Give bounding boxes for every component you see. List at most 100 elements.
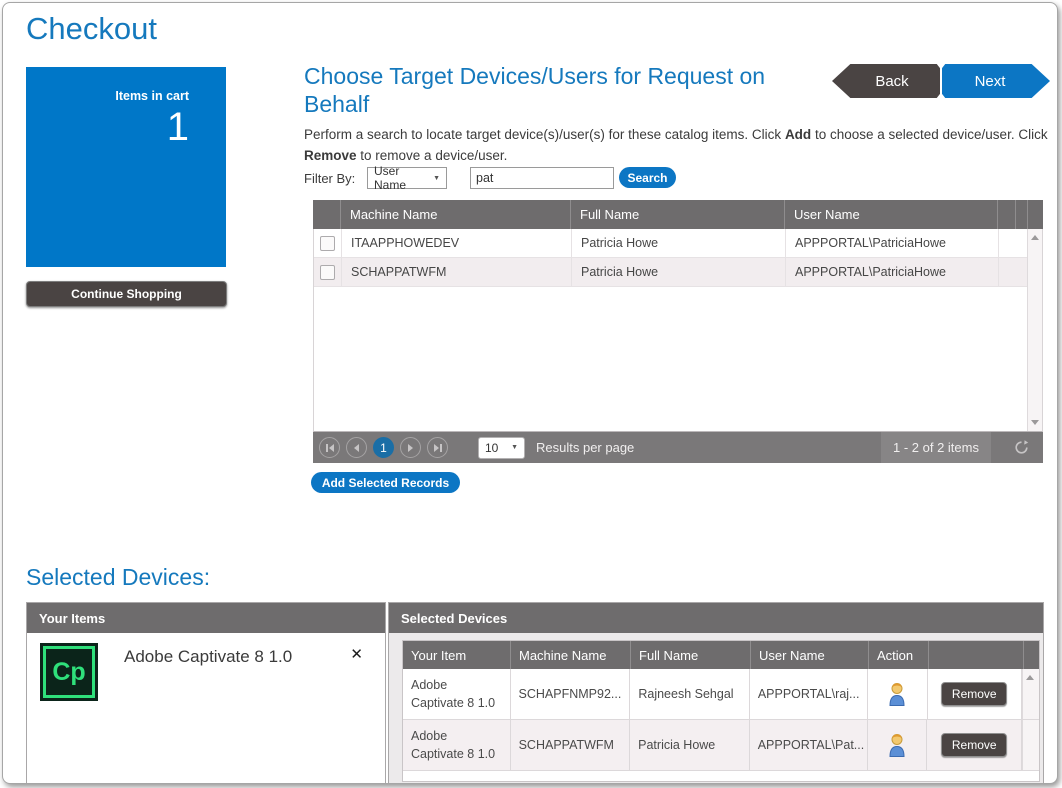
cart-summary-card: Items in cart 1 <box>26 67 226 267</box>
cell-remove: Remove <box>927 720 1022 770</box>
table-row: Adobe Captivate 8 1.0 SCHAPPATWFM Patric… <box>403 720 1039 771</box>
row-checkbox-cell <box>314 258 342 286</box>
triangle-left-icon <box>329 444 334 452</box>
column-header-user-name[interactable]: User Name <box>751 641 869 669</box>
remove-button[interactable]: Remove <box>941 733 1007 757</box>
cell-your-item: Adobe Captivate 8 1.0 <box>403 669 511 719</box>
triangle-right-icon <box>408 444 413 452</box>
column-header-scrollbar-cap <box>1024 641 1039 669</box>
scroll-up-icon[interactable] <box>1031 235 1039 240</box>
instructions-part2: to choose a selected device/user. Click <box>811 127 1047 142</box>
column-header-user-name[interactable]: User Name <box>785 200 998 229</box>
last-page-icon <box>440 444 442 452</box>
cell-machine-name: SCHAPPATWFM <box>511 720 631 770</box>
scroll-down-icon[interactable] <box>1031 420 1039 425</box>
selected-devices-grid-header: Your Item Machine Name Full Name User Na… <box>403 641 1039 669</box>
instructions-remove-keyword: Remove <box>304 148 357 163</box>
triangle-right-icon <box>434 444 439 452</box>
page-size-value: 10 <box>485 441 498 455</box>
column-header-action[interactable]: Action <box>869 641 929 669</box>
cell-user-name: APPPORTAL\PatriciaHowe <box>786 258 999 286</box>
refresh-icon[interactable] <box>1014 440 1029 455</box>
filter-by-label: Filter By: <box>304 171 355 186</box>
selected-grid-scrollbar[interactable] <box>1022 669 1039 719</box>
column-header-full-name[interactable]: Full Name <box>631 641 751 669</box>
row-checkbox-cell <box>314 229 342 257</box>
column-header-empty-2 <box>1016 200 1028 229</box>
items-in-cart-label: Items in cart <box>26 89 189 103</box>
search-button[interactable]: Search <box>619 167 676 188</box>
cell-machine-name: SCHAPFNMP92... <box>511 669 631 719</box>
selected-devices-panel-header: Selected Devices <box>389 603 1043 633</box>
cell-user-name: APPPORTAL\raj... <box>750 669 868 719</box>
first-page-button[interactable] <box>319 437 340 458</box>
items-in-cart-count: 1 <box>26 105 189 149</box>
results-grid-scrollbar[interactable] <box>1027 229 1042 431</box>
next-button[interactable]: Next <box>942 64 1050 98</box>
selected-devices-heading: Selected Devices: <box>26 564 210 591</box>
filter-by-selected-value: User Name <box>374 164 433 192</box>
scroll-up-icon[interactable] <box>1026 675 1034 680</box>
cart-item-title: Adobe Captivate 8 1.0 <box>124 647 292 667</box>
cell-user-name: APPPORTAL\Pat... <box>750 720 868 770</box>
selected-devices-panel: Selected Devices Your Item Machine Name … <box>388 602 1044 784</box>
cell-full-name: Patricia Howe <box>630 720 750 770</box>
close-icon[interactable]: ✕ <box>350 645 363 663</box>
cell-user-name: APPPORTAL\PatriciaHowe <box>786 229 999 257</box>
cell-action <box>868 720 928 770</box>
screenshot-frame: Checkout Items in cart 1 Continue Shoppi… <box>0 0 1062 788</box>
wizard-heading: Choose Target Devices/Users for Request … <box>304 63 809 118</box>
remove-button[interactable]: Remove <box>941 682 1007 706</box>
column-header-scrollbar-cap <box>1028 200 1043 229</box>
cell-remove: Remove <box>928 669 1023 719</box>
back-button[interactable]: Back <box>832 64 940 98</box>
column-header-full-name[interactable]: Full Name <box>571 200 785 229</box>
column-header-machine-name[interactable]: Machine Name <box>511 641 631 669</box>
cell-full-name: Patricia Howe <box>572 229 786 257</box>
person-icon[interactable] <box>887 681 907 707</box>
last-page-button[interactable] <box>427 437 448 458</box>
column-header-machine-name[interactable]: Machine Name <box>341 200 571 229</box>
results-grid-body: ITAAPPHOWEDEV Patricia Howe APPPORTAL\Pa… <box>313 229 1043 432</box>
select-all-column-header <box>313 200 341 229</box>
your-items-panel-header: Your Items <box>27 603 385 633</box>
selected-grid-scrollbar[interactable] <box>1022 720 1039 770</box>
row-checkbox[interactable] <box>320 265 335 280</box>
person-icon[interactable] <box>887 732 907 758</box>
checkout-page: Checkout Items in cart 1 Continue Shoppi… <box>2 2 1058 784</box>
chevron-down-icon: ▼ <box>511 444 518 451</box>
adobe-captivate-icon: Cp <box>40 643 98 701</box>
chevron-down-icon: ▼ <box>433 175 440 182</box>
search-input[interactable] <box>470 167 614 189</box>
next-page-button[interactable] <box>400 437 421 458</box>
table-row: ITAAPPHOWEDEV Patricia Howe APPPORTAL\Pa… <box>314 229 1042 258</box>
table-row <box>403 771 1039 781</box>
table-row: SCHAPPATWFM Patricia Howe APPPORTAL\Patr… <box>314 258 1042 287</box>
instructions-part3: to remove a device/user. <box>357 148 508 163</box>
results-per-page-label: Results per page <box>536 440 634 455</box>
column-header-your-item[interactable]: Your Item <box>403 641 511 669</box>
results-pager: 1 10 ▼ Results per page 1 - 2 of 2 items <box>313 432 1043 463</box>
page-title: Checkout <box>26 11 157 47</box>
cell-full-name: Patricia Howe <box>572 258 786 286</box>
previous-page-button[interactable] <box>346 437 367 458</box>
cell-action <box>868 669 928 719</box>
cell-your-item: Adobe Captivate 8 1.0 <box>403 720 511 770</box>
results-grid-header: Machine Name Full Name User Name <box>313 200 1043 229</box>
page-size-select[interactable]: 10 ▼ <box>478 437 525 459</box>
continue-shopping-button[interactable]: Continue Shopping <box>26 281 227 307</box>
add-selected-records-button[interactable]: Add Selected Records <box>311 472 460 493</box>
row-checkbox[interactable] <box>320 236 335 251</box>
column-header-remove <box>929 641 1024 669</box>
first-page-icon <box>326 444 328 452</box>
table-row: Adobe Captivate 8 1.0 SCHAPFNMP92... Raj… <box>403 669 1039 720</box>
items-range-label: 1 - 2 of 2 items <box>881 432 991 463</box>
adobe-captivate-icon-text: Cp <box>40 643 98 701</box>
instructions-text: Perform a search to locate target device… <box>304 125 1056 167</box>
cell-machine-name: ITAAPPHOWEDEV <box>342 229 572 257</box>
instructions-part1: Perform a search to locate target device… <box>304 127 785 142</box>
column-header-empty-1 <box>998 200 1016 229</box>
current-page-button[interactable]: 1 <box>373 437 394 458</box>
filter-by-select[interactable]: User Name ▼ <box>367 167 447 189</box>
your-items-panel: Your Items Cp Adobe Captivate 8 1.0 ✕ <box>26 602 386 784</box>
